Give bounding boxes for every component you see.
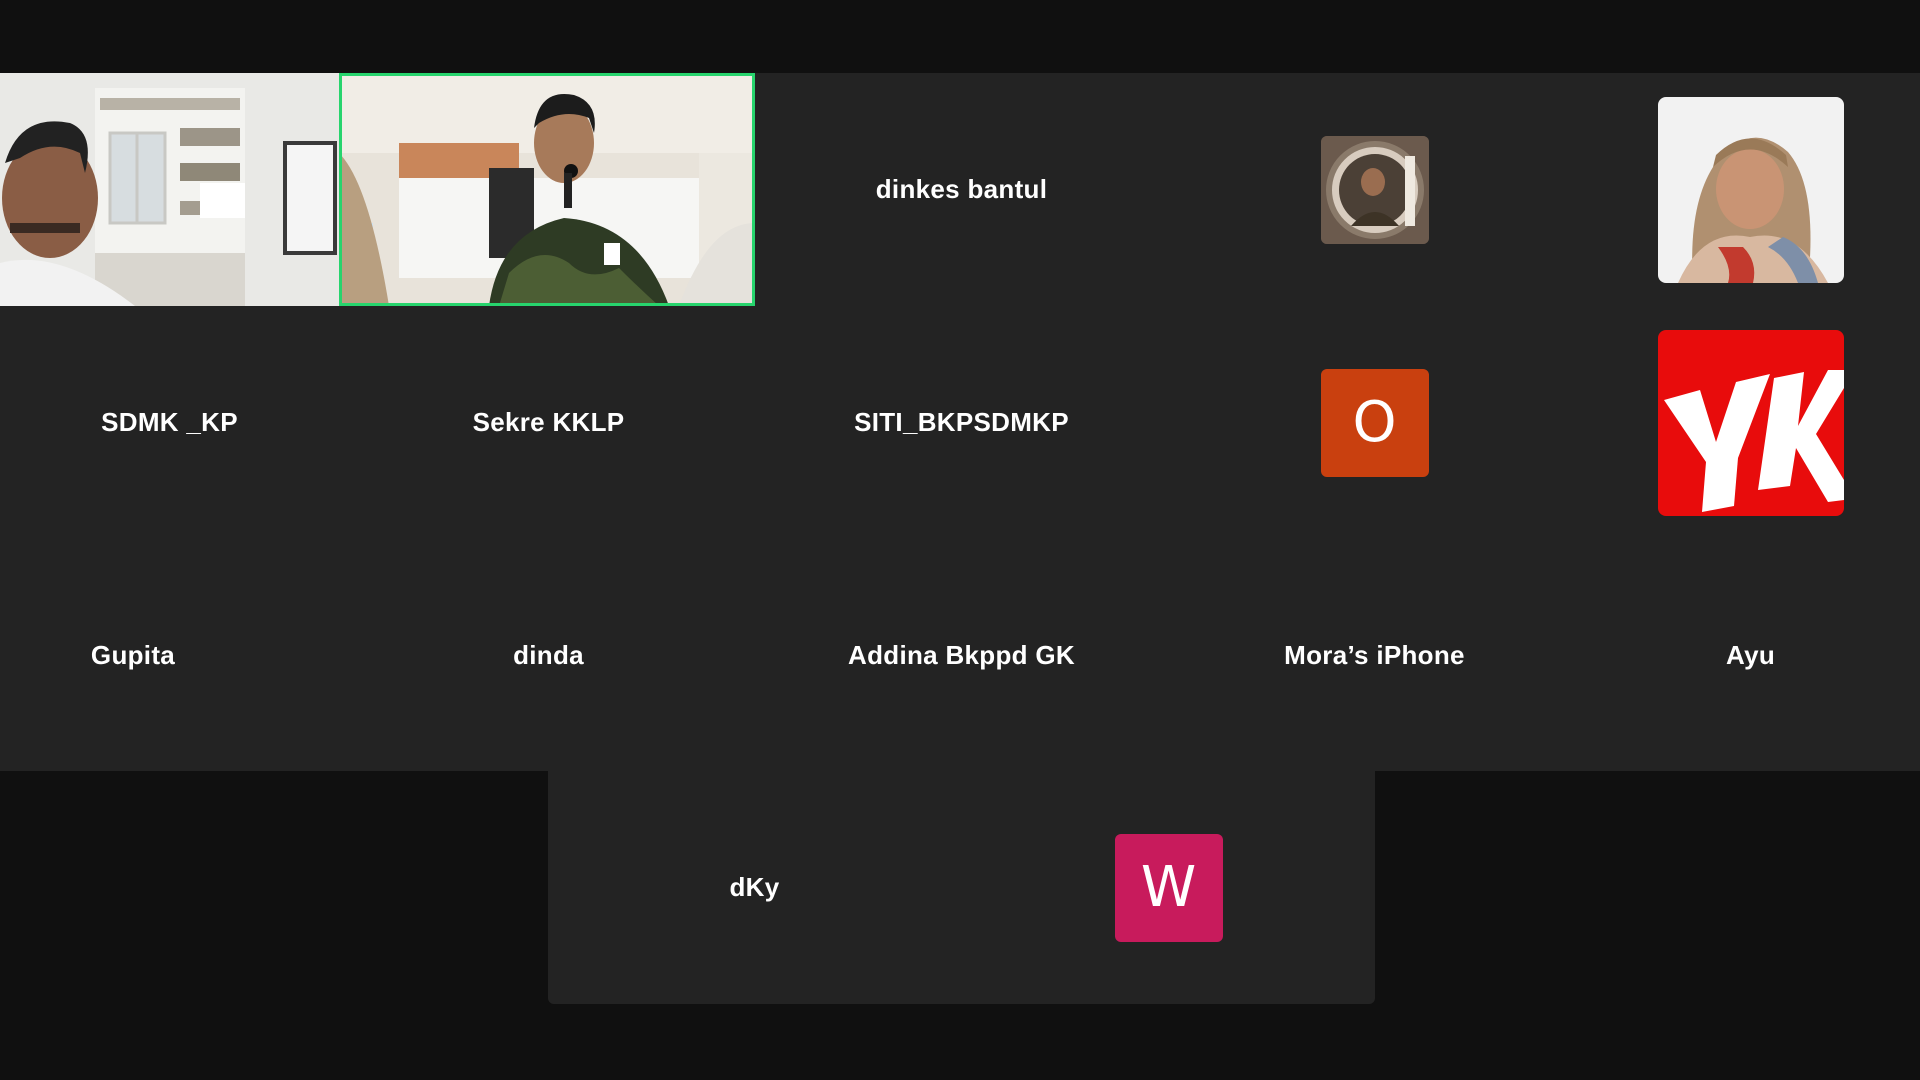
participant-video-feed: [339, 73, 755, 306]
participant-tile-14[interactable]: Mora’s iPhone: [1168, 539, 1581, 772]
participant-video-active-speaker[interactable]: [339, 73, 755, 306]
participant-tile-11[interactable]: Gupita: [0, 539, 266, 772]
participant-name: Mora’s iPhone: [1284, 640, 1465, 670]
participant-name: Addina Bkppd GK: [848, 640, 1075, 670]
avatar-initial: W: [1140, 855, 1197, 920]
participant-name: SITI_BKPSDMKP: [854, 407, 1069, 437]
participant-tile-3[interactable]: dinkes bantul: [755, 73, 1168, 306]
avatar-image: [1320, 135, 1429, 244]
participant-name: dinkes bantul: [875, 174, 1048, 204]
avatar-initial: O: [1352, 390, 1397, 455]
participant-tile-5[interactable]: [1581, 73, 1920, 306]
avatar-image: [1657, 96, 1844, 283]
participant-tile-8[interactable]: SITI_BKPSDMKP: [755, 306, 1168, 539]
yk-logo-icon: [1657, 329, 1844, 516]
meeting-gallery-view: dinkes bantul SDMK _KP Sekre KKLP SITI_B…: [0, 0, 1920, 1080]
participant-name: dinda: [513, 640, 584, 670]
participant-video-1[interactable]: [0, 73, 339, 306]
participant-initial-avatar: W: [1114, 833, 1223, 942]
participant-name: dKy: [729, 872, 780, 902]
participant-tile-9[interactable]: O: [1168, 306, 1581, 539]
participant-name: Gupita: [90, 640, 176, 670]
participant-tile-13[interactable]: Addina Bkppd GK: [755, 539, 1168, 772]
participant-tile-4[interactable]: [1168, 73, 1581, 306]
participant-tile-15[interactable]: Ayu: [1581, 539, 1920, 772]
participant-tile-16[interactable]: dKy: [548, 771, 961, 1004]
participant-avatar-logo: [1657, 329, 1844, 516]
participant-name: SDMK _KP: [101, 407, 238, 437]
participant-avatar-photo: [1657, 96, 1844, 283]
participant-tile-12[interactable]: dinda: [342, 539, 755, 772]
participant-video-feed: [0, 73, 339, 306]
participant-name: Ayu: [1725, 640, 1776, 670]
participant-initial-avatar: O: [1320, 368, 1429, 477]
participant-tile-10[interactable]: [1581, 306, 1920, 539]
participant-avatar-photo: [1320, 135, 1429, 244]
participant-tile-17[interactable]: W: [962, 771, 1375, 1004]
participant-tile-6[interactable]: SDMK _KP: [0, 306, 339, 539]
participant-tile-7[interactable]: Sekre KKLP: [342, 306, 755, 539]
participant-name: Sekre KKLP: [472, 407, 625, 437]
